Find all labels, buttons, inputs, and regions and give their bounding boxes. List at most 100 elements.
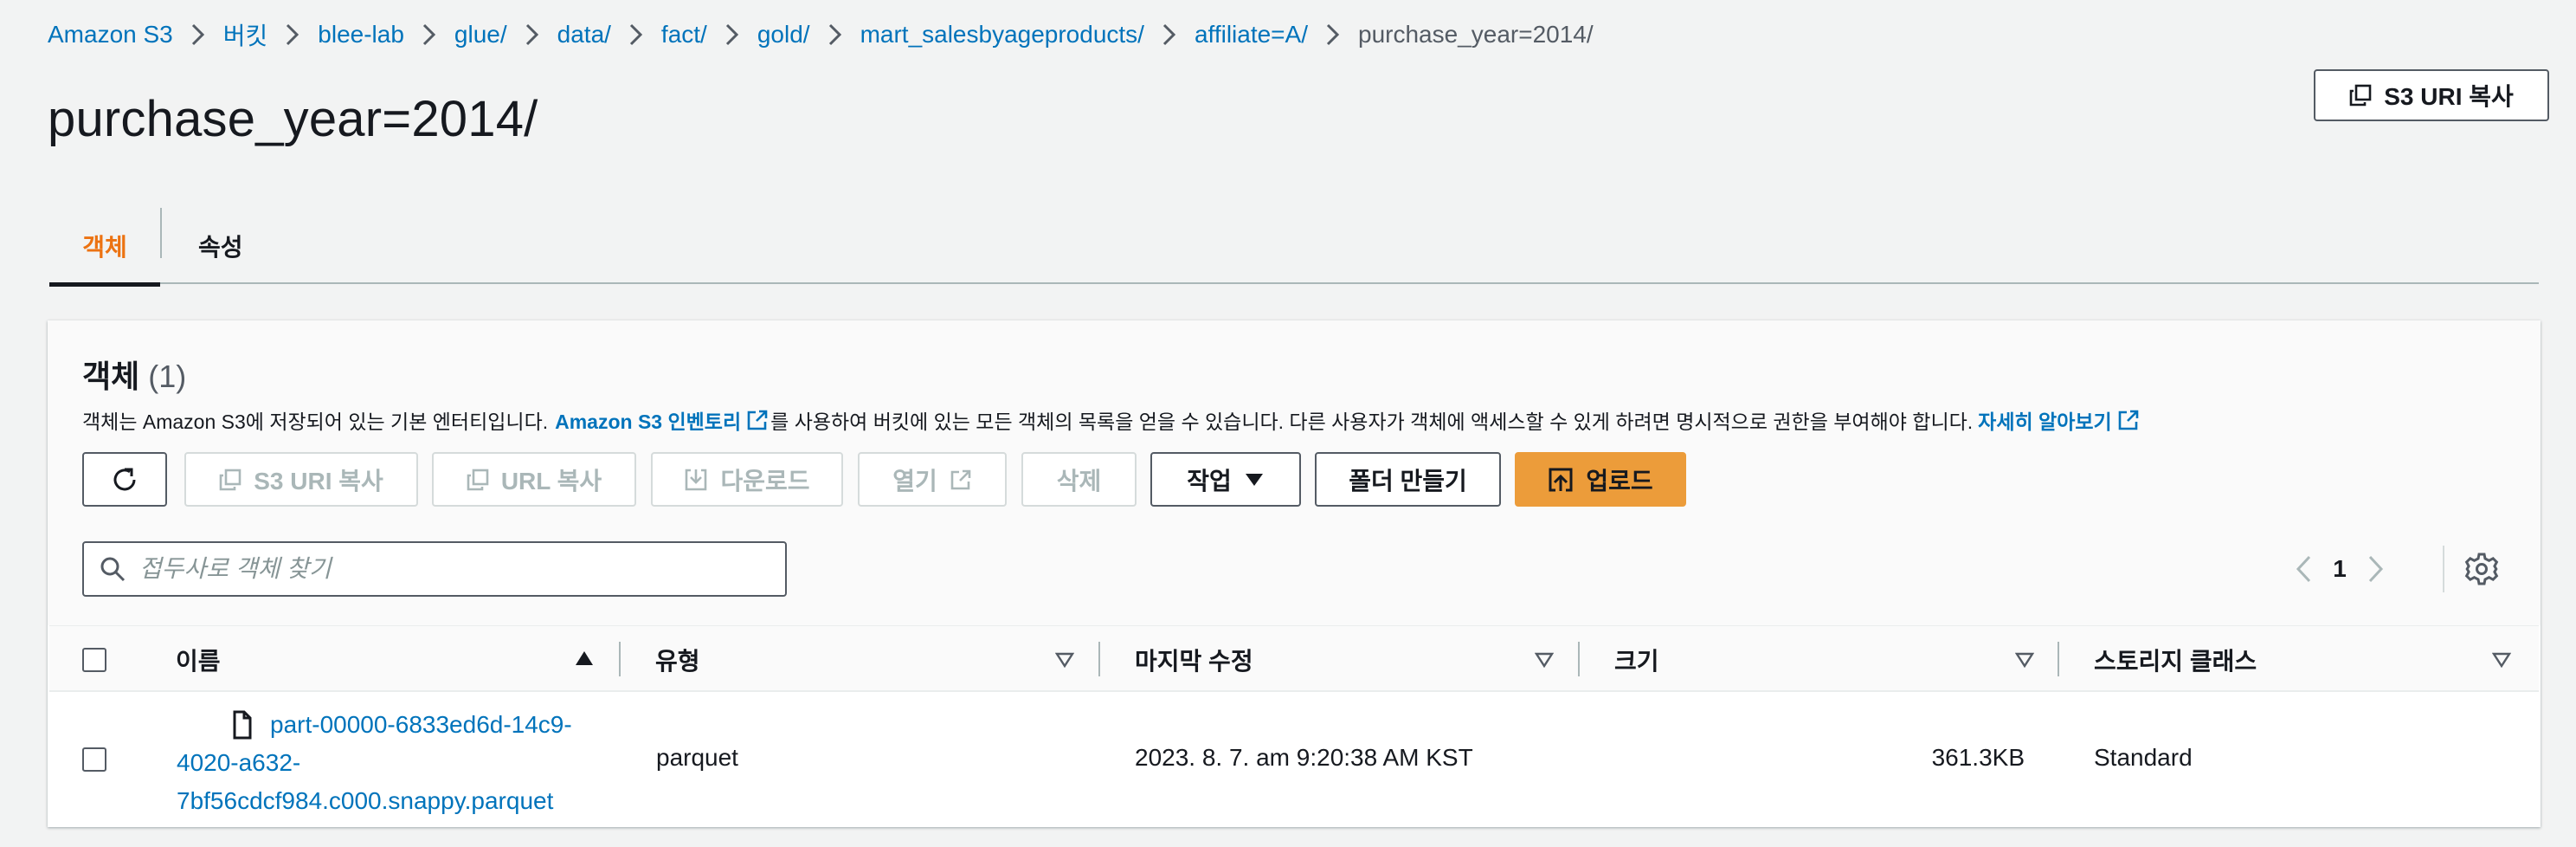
sort-descending-icon[interactable] bbox=[2492, 652, 2511, 668]
objects-title-text: 객체 bbox=[82, 359, 140, 394]
download-icon bbox=[686, 469, 707, 490]
row-checkbox[interactable] bbox=[82, 747, 106, 772]
delete-label: 삭제 bbox=[1056, 467, 1102, 495]
external-link-icon bbox=[747, 410, 768, 430]
upload-icon bbox=[1549, 468, 1573, 491]
breadcrumb-folder-glue[interactable]: glue/ bbox=[454, 21, 507, 48]
search-input[interactable] bbox=[139, 555, 745, 583]
column-header-type[interactable]: 유형 bbox=[655, 626, 700, 693]
breadcrumb-folder-data[interactable]: data/ bbox=[557, 21, 611, 48]
external-link-icon bbox=[950, 469, 971, 489]
chevron-right-icon[interactable] bbox=[2365, 554, 2386, 584]
breadcrumb-folder-fact[interactable]: fact/ bbox=[661, 21, 707, 48]
copy-icon bbox=[2349, 84, 2372, 107]
create-folder-button[interactable]: 폴더 만들기 bbox=[1315, 452, 1501, 507]
delete-button[interactable]: 삭제 bbox=[1021, 452, 1137, 507]
tab-divider bbox=[160, 208, 162, 258]
sort-descending-icon[interactable] bbox=[2015, 652, 2034, 668]
copy-s3-uri-button[interactable]: S3 URI 복사 bbox=[2314, 69, 2549, 121]
sort-descending-icon[interactable] bbox=[1055, 652, 1074, 668]
actions-label: 작업 bbox=[1187, 467, 1232, 495]
sort-ascending-icon[interactable] bbox=[575, 650, 594, 666]
search-icon bbox=[100, 557, 126, 582]
object-name-link-line-1[interactable]: part-00000-6833ed6d-14c9- bbox=[270, 706, 572, 744]
column-header-name[interactable]: 이름 bbox=[176, 626, 221, 693]
column-resizer[interactable] bbox=[1098, 642, 1100, 676]
actions-dropdown[interactable]: 작업 bbox=[1150, 452, 1301, 507]
pagination-divider bbox=[2443, 546, 2444, 592]
column-header-storage-class[interactable]: 스토리지 클래스 bbox=[2094, 626, 2257, 693]
table-row: part-00000-6833ed6d-14c9- 4020-a632- 7bf… bbox=[49, 694, 2539, 826]
table-header: 이름 유형 마지막 수정 크기 스토리지 클래스 bbox=[49, 625, 2539, 692]
chevron-right-icon bbox=[1308, 23, 1358, 46]
column-header-last-modified[interactable]: 마지막 수정 bbox=[1135, 626, 1253, 693]
tab-bar: 객체 속성 bbox=[49, 208, 2539, 287]
description-text-2: 를 사용하여 버킷에 있는 모든 객체의 목록을 얻을 수 있습니다. 다른 사… bbox=[770, 411, 1974, 433]
chevron-right-icon bbox=[810, 23, 860, 46]
chevron-right-icon bbox=[707, 23, 757, 46]
column-resizer[interactable] bbox=[1578, 642, 1580, 676]
breadcrumb-folder-mart[interactable]: mart_salesbyageproducts/ bbox=[860, 21, 1144, 48]
objects-description: 객체는 Amazon S3에 저장되어 있는 기본 엔터티입니다. Amazon… bbox=[82, 405, 2141, 435]
page-number[interactable]: 1 bbox=[2315, 555, 2365, 583]
object-last-modified: 2023. 8. 7. am 9:20:38 AM KST bbox=[1135, 744, 1473, 771]
download-label: 다운로드 bbox=[720, 467, 810, 495]
select-all-cell bbox=[82, 626, 106, 693]
refresh-button[interactable] bbox=[82, 452, 167, 507]
tab-objects[interactable]: 객체 bbox=[49, 208, 160, 287]
tab-objects-label: 객체 bbox=[82, 234, 127, 261]
column-type-label: 유형 bbox=[655, 647, 700, 675]
breadcrumb-amazon-s3[interactable]: Amazon S3 bbox=[48, 21, 173, 48]
upload-button[interactable]: 업로드 bbox=[1515, 452, 1686, 507]
open-button[interactable]: 열기 bbox=[858, 452, 1007, 507]
copy-icon bbox=[219, 469, 242, 490]
sort-descending-icon[interactable] bbox=[1535, 652, 1554, 668]
copy-s3-uri-label: S3 URI 복사 bbox=[2384, 83, 2514, 110]
breadcrumb-current: purchase_year=2014/ bbox=[1358, 21, 1594, 48]
learn-more-link[interactable]: 자세히 알아보기 bbox=[1978, 405, 2112, 435]
select-all-checkbox[interactable] bbox=[82, 647, 106, 672]
breadcrumb-folder-affiliate[interactable]: affiliate=A/ bbox=[1195, 21, 1308, 48]
download-button[interactable]: 다운로드 bbox=[651, 452, 843, 507]
pagination: 1 bbox=[2294, 550, 2386, 588]
objects-count: (1) bbox=[148, 359, 187, 394]
column-last-modified-label: 마지막 수정 bbox=[1135, 647, 1253, 675]
chevron-right-icon bbox=[507, 23, 557, 46]
search-box bbox=[82, 541, 787, 597]
external-link-icon bbox=[2118, 410, 2138, 430]
chevron-left-icon[interactable] bbox=[2294, 554, 2315, 584]
upload-label: 업로드 bbox=[1586, 467, 1653, 495]
inventory-link[interactable]: Amazon S3 인벤토리 bbox=[555, 405, 741, 435]
chevron-right-icon bbox=[1144, 23, 1195, 46]
breadcrumb-folder-gold[interactable]: gold/ bbox=[757, 21, 810, 48]
object-name-link-line-3[interactable]: 7bf56cdcf984.c000.snappy.parquet bbox=[177, 787, 553, 814]
objects-title: 객체 (1) bbox=[82, 352, 186, 397]
column-header-size[interactable]: 크기 bbox=[1614, 626, 1659, 693]
refresh-icon bbox=[113, 468, 136, 490]
object-name-link-line-2[interactable]: 4020-a632- bbox=[177, 749, 300, 776]
column-resizer[interactable] bbox=[619, 642, 621, 676]
page-title: purchase_year=2014/ bbox=[48, 91, 538, 147]
caret-down-icon bbox=[1245, 473, 1263, 486]
column-resizer[interactable] bbox=[2058, 642, 2059, 676]
object-type: parquet bbox=[656, 744, 738, 771]
object-storage-class: Standard bbox=[2094, 744, 2193, 771]
chevron-right-icon bbox=[611, 23, 661, 46]
preferences-button[interactable] bbox=[2463, 550, 2501, 592]
tab-properties[interactable]: 속성 bbox=[198, 208, 243, 284]
copy-s3-uri-toolbar-button[interactable]: S3 URI 복사 bbox=[184, 452, 418, 507]
column-name-label: 이름 bbox=[176, 647, 221, 675]
column-storage-class-label: 스토리지 클래스 bbox=[2094, 647, 2257, 675]
gear-icon bbox=[2464, 553, 2499, 585]
tab-properties-label: 속성 bbox=[198, 234, 243, 261]
create-folder-label: 폴더 만들기 bbox=[1349, 467, 1467, 495]
copy-url-button[interactable]: URL 복사 bbox=[432, 452, 636, 507]
row-select-cell bbox=[82, 747, 106, 772]
breadcrumb-bucket[interactable]: blee-lab bbox=[318, 21, 404, 48]
breadcrumb: Amazon S3 버킷 blee-lab glue/ data/ fact/ … bbox=[48, 16, 1594, 54]
chevron-right-icon bbox=[404, 23, 454, 46]
column-size-label: 크기 bbox=[1614, 647, 1659, 675]
description-text-1: 객체는 Amazon S3에 저장되어 있는 기본 엔터티입니다. bbox=[82, 411, 549, 433]
breadcrumb-buckets[interactable]: 버킷 bbox=[223, 17, 268, 52]
copy-s3-uri-toolbar-label: S3 URI 복사 bbox=[254, 467, 383, 495]
